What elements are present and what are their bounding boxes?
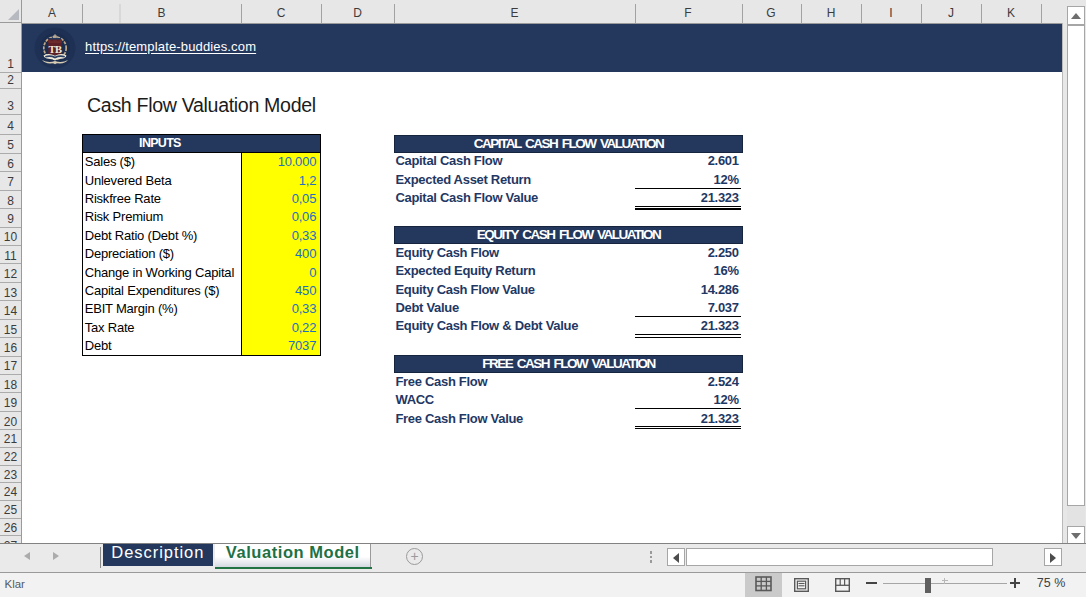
svg-text:TB: TB [48,44,62,55]
